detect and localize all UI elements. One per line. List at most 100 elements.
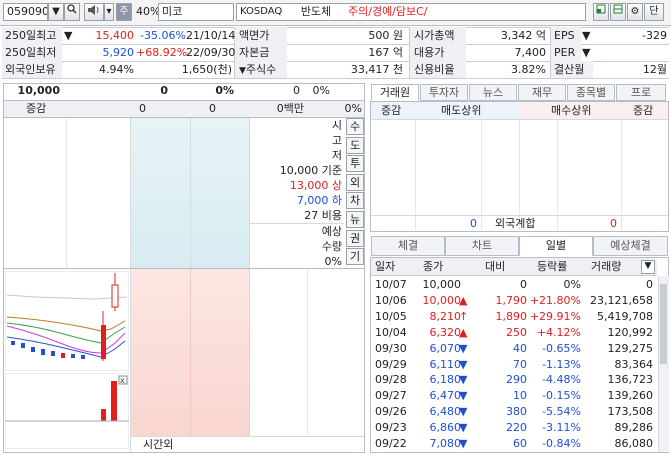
table-row[interactable]: 10/04 6,320 250 +4.12% 120,992 ▲ [371, 325, 657, 340]
bid-qty-area [250, 269, 364, 436]
tab-broker[interactable]: 종목별 [567, 84, 615, 101]
mini-volume-chart: x [5, 373, 129, 449]
tab-daily[interactable]: 체결 [371, 236, 445, 256]
cell-vol: 23,121,658 [590, 293, 653, 307]
side-button[interactable]: 권 [346, 229, 364, 247]
col-rate: 등락률 [537, 260, 568, 273]
cell-diff: 290 [506, 373, 527, 387]
cell-close: 6,470 [429, 389, 462, 403]
shares-dropdown-icon[interactable]: ▼ [239, 66, 246, 76]
down-arrow-icon: ▼ [459, 437, 468, 450]
table-row[interactable]: 09/29 6,110 70 -1.13% 83,364 ▼ [371, 357, 657, 372]
cell-rate: 0% [563, 278, 581, 291]
tab-daily[interactable]: 차트 [445, 236, 519, 256]
cell-rate: +29.91% [529, 309, 581, 323]
mini-chart-area: x [4, 269, 131, 452]
per-label: PER [551, 44, 581, 61]
per-dropdown-icon[interactable]: ▼ [582, 44, 594, 61]
up-arrow-icon: ▲ [459, 325, 468, 339]
table-row[interactable]: 09/23 6,860 220 -3.11% 89,286 ▼ [371, 420, 657, 435]
table-row[interactable]: 09/28 6,180 290 -4.48% 136,723 ▼ [371, 372, 657, 387]
code-dropdown-button[interactable]: ▼ [48, 3, 64, 21]
per-value [594, 44, 667, 61]
tab-broker[interactable]: 뉴스 [469, 84, 517, 101]
cell-vol: 136,723 [607, 373, 654, 387]
side-button[interactable]: 투 [346, 155, 364, 173]
daily-dropdown-icon[interactable]: ▼ [641, 260, 655, 274]
grid-icon[interactable] [610, 3, 626, 21]
col-diff: 대비 [485, 260, 506, 273]
credit-value: 3.82% [511, 63, 546, 76]
side-button[interactable]: 도 [346, 136, 364, 154]
eps-label: EPS [551, 27, 581, 44]
side-button[interactable]: 기 [346, 248, 364, 266]
stock-code-input[interactable]: 059090 [3, 3, 48, 21]
settle-value: 12월 [642, 63, 667, 76]
eps-dropdown-icon[interactable]: ▼ [582, 27, 594, 44]
warning-field: 주의/경예/담보C/ [346, 3, 586, 21]
daily-scrollbar[interactable] [658, 276, 669, 452]
svg-text:x: x [120, 376, 125, 385]
mcap-label: 시가총액 [410, 27, 466, 44]
sub-label: 대용가 [410, 44, 466, 61]
upper-limit: 13,000 상 [289, 179, 342, 192]
lower-limit: 7,000 하 [296, 194, 342, 207]
gear-icon[interactable]: ⚙ [627, 3, 643, 21]
tab-broker[interactable]: 재무 [518, 84, 566, 101]
side-button[interactable]: 외 [346, 173, 364, 191]
ask-qty-area [4, 118, 131, 268]
broker-header-sell-top: 매도상위 [441, 104, 482, 117]
side-button[interactable]: 수 [346, 118, 364, 135]
cell-close: 6,110 [429, 357, 462, 371]
table-row[interactable]: 10/06 10,000 1,790 +21.80% 23,121,658 ▲ [371, 293, 657, 308]
table-row[interactable]: 09/22 7,080 60 -0.84% 86,080 ▼ [371, 436, 657, 451]
low250-rate: +68.92% [136, 46, 188, 59]
trade-amount: 0백만 [276, 102, 304, 115]
cell-close: 6,480 [429, 405, 462, 419]
sound-dropdown-button[interactable]: ▾ [104, 3, 114, 21]
stock-name-field[interactable]: 미코 [158, 3, 234, 21]
table-row[interactable]: 09/27 6,470 10 -0.15% 139,260 ▼ [371, 388, 657, 403]
foreign-total-label: 외국계합 [495, 217, 536, 230]
tab-broker[interactable]: 프로 [616, 84, 666, 101]
sector-field: 반도체 [286, 3, 346, 21]
single-price-button[interactable]: 단 [644, 3, 664, 21]
col-close: 종가 [423, 260, 444, 273]
table-row[interactable]: 09/30 6,070 40 -0.65% 129,275 ▼ [371, 341, 657, 356]
sound-icon[interactable] [84, 3, 104, 21]
cell-date: 10/04 [375, 325, 407, 339]
table-row[interactable]: 10/05 8,210 1,890 +29.91% 5,419,708 ↑ [371, 309, 657, 324]
cell-date: 09/26 [375, 405, 407, 419]
side-button[interactable]: 뉴 [346, 211, 364, 228]
foreign-sell-total: 0 [470, 217, 477, 230]
tab-broker[interactable]: 투자자 [420, 84, 468, 101]
cell-diff: 70 [513, 357, 527, 371]
down-arrow-icon: ▼ [459, 373, 468, 387]
table-row[interactable]: 09/26 6,480 380 -5.54% 173,508 ▼ [371, 404, 657, 419]
sub-value: 7,400 [514, 46, 547, 59]
change-row: 증감 0 0 0백만 0% [4, 101, 364, 117]
cell-vol: 5,419,708 [597, 309, 653, 323]
tab-daily[interactable]: 일별 [519, 236, 593, 256]
cell-close: 7,080 [429, 437, 462, 450]
margin-percent: 40% [136, 5, 161, 18]
side-button[interactable]: 차 [346, 192, 364, 210]
volume-value: 0 [293, 84, 300, 97]
cell-vol: 129,275 [607, 341, 654, 355]
cell-vol: 173,508 [607, 405, 654, 419]
cell-diff: 380 [506, 405, 527, 419]
table-row[interactable]: 10/07 10,000 0 0% 0 [371, 277, 657, 292]
high250-label: 250일최고 [2, 27, 62, 44]
shares-label-text: 주식수 [245, 63, 277, 76]
broker-header: 증감 매도상위 매수상위 증감 [371, 102, 668, 120]
foreign-buy-total: 0 [610, 217, 617, 230]
search-icon[interactable] [64, 3, 80, 21]
cell-rate: -0.84% [542, 437, 581, 450]
par-label: 액면가 [235, 27, 287, 44]
up-arrow-icon: ↑ [459, 309, 469, 323]
tab-broker[interactable]: 거래원 [371, 84, 419, 101]
layout-icon[interactable] [593, 3, 609, 21]
tab-daily[interactable]: 예상체결 [593, 236, 668, 256]
high250-date: 21/10/14 [186, 29, 236, 42]
cell-close: 6,320 [429, 325, 462, 339]
